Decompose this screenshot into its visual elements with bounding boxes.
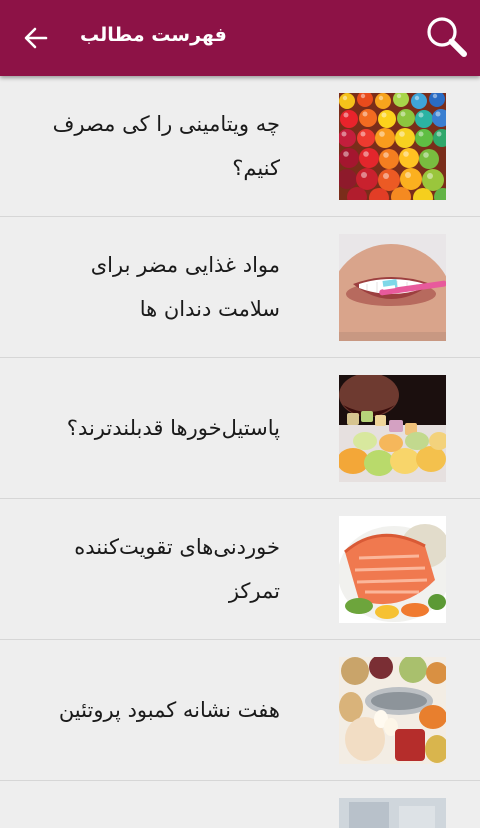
arrow-back-icon (24, 27, 48, 49)
page-title: فهرست مطالب (80, 24, 227, 46)
salmon-fillet-image (339, 516, 446, 623)
article-list-item[interactable] (0, 781, 480, 828)
article-list-item[interactable]: خوردنی‌های تقویت‌کننده تمرکز (0, 499, 480, 640)
search-button[interactable] (424, 14, 470, 60)
article-title: پاستیل‌خورها قدبلندترند؟ (66, 416, 280, 440)
article-title: مواد غذایی مضر برای سلامت دندان ها (90, 253, 280, 321)
smile-toothbrush-image (339, 234, 446, 341)
article-list-item[interactable]: مواد غذایی مضر برای سلامت دندان ها (0, 217, 480, 358)
protein-foods-image (339, 657, 446, 764)
article-title: هفت نشانه کمبود پروتئین (58, 698, 280, 722)
article-list-item[interactable]: چه ویتامینی را کی مصرف کنیم؟ (0, 76, 480, 217)
top-app-bar: فهرست مطالب (0, 0, 480, 76)
article-title: چه ویتامینی را کی مصرف کنیم؟ (52, 112, 280, 180)
vitamin-balls-image (339, 93, 446, 200)
search-icon (427, 17, 467, 57)
back-button[interactable] (18, 20, 54, 56)
gummy-candies-image (339, 375, 446, 482)
article-list-item[interactable]: هفت نشانه کمبود پروتئین (0, 640, 480, 781)
next-article-image (339, 798, 446, 828)
article-list: چه ویتامینی را کی مصرف کنیم؟ مواد غذایی … (0, 76, 480, 828)
article-list-item[interactable]: پاستیل‌خورها قدبلندترند؟ (0, 358, 480, 499)
article-title: خوردنی‌های تقویت‌کننده تمرکز (74, 535, 280, 603)
